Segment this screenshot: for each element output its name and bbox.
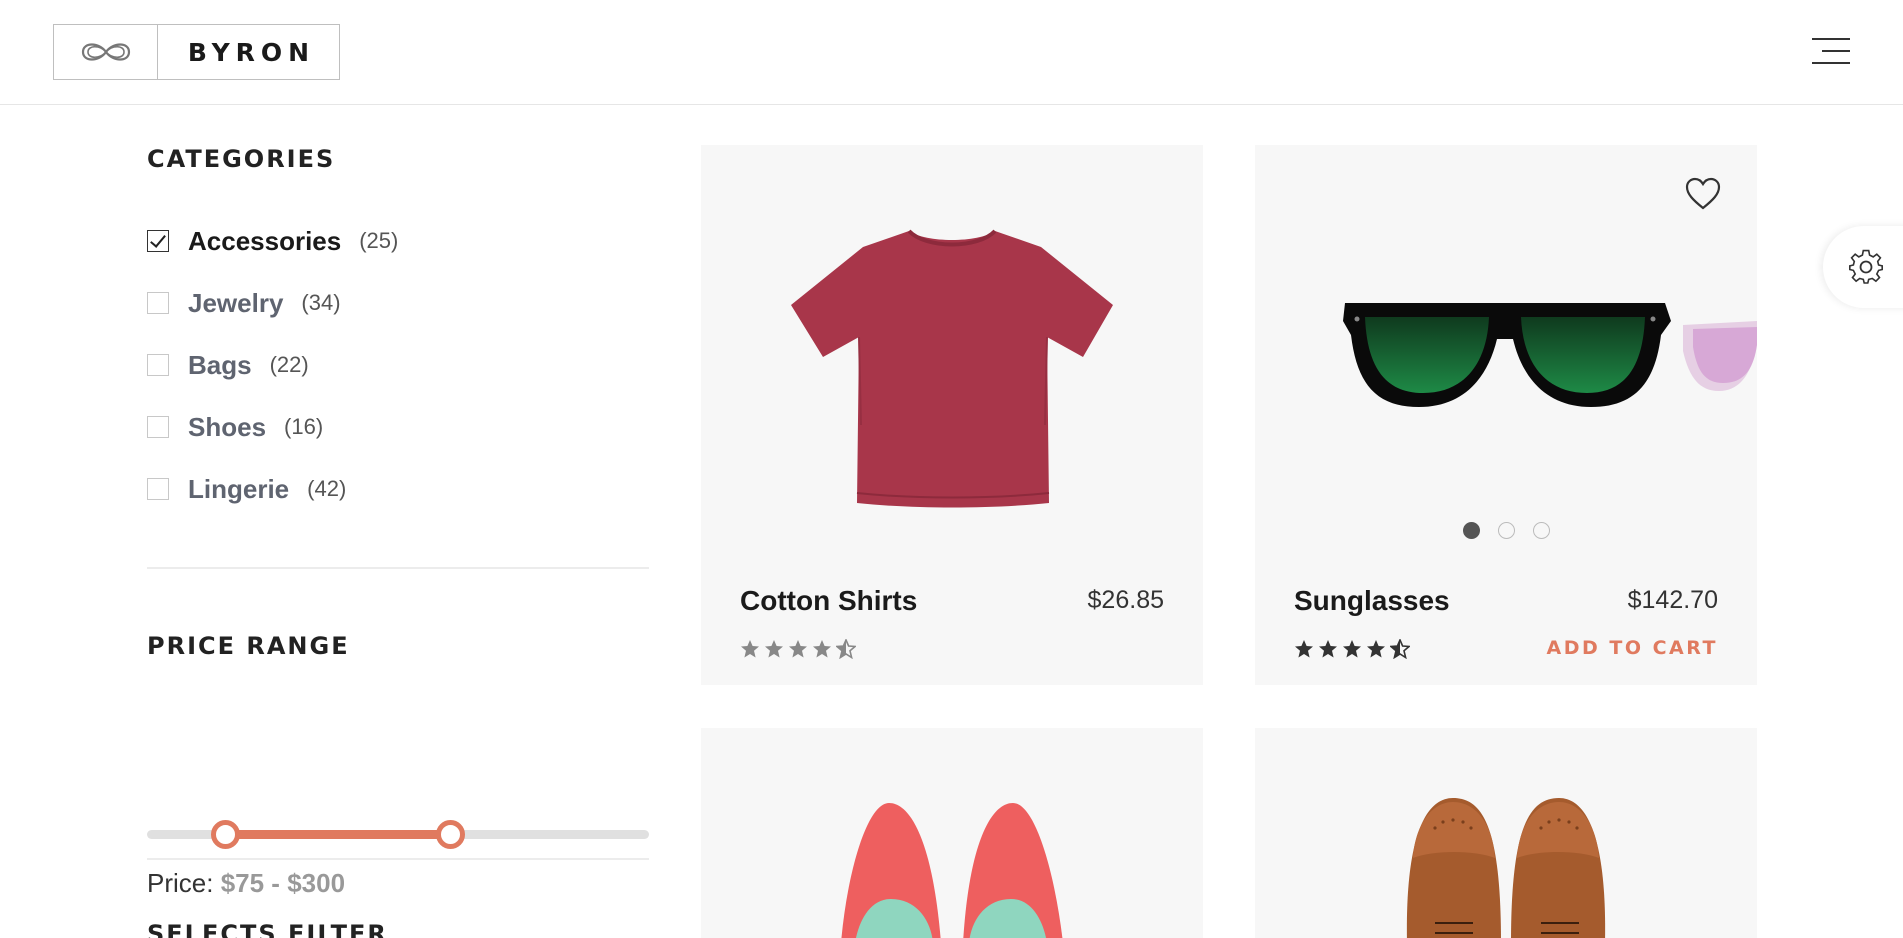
red-pumps-image <box>841 803 1063 938</box>
category-list: Accessories (25) Jewelry (34) Bags (22) … <box>147 210 649 520</box>
category-count: (16) <box>284 414 324 439</box>
category-label: Accessories <box>188 225 342 256</box>
product-name[interactable]: Sunglasses <box>1294 585 1450 617</box>
category-item-lingerie[interactable]: Lingerie (42) <box>147 458 649 520</box>
tshirt-image <box>791 229 1113 508</box>
category-checkbox[interactable] <box>147 416 169 438</box>
category-item-shoes[interactable]: Shoes (16) <box>147 396 649 458</box>
category-item-bags[interactable]: Bags (22) <box>147 334 649 396</box>
category-label: Shoes <box>188 411 267 442</box>
category-checkbox[interactable] <box>147 292 169 314</box>
brand-name: BYRON <box>187 37 316 67</box>
category-checkbox[interactable] <box>147 354 169 376</box>
carousel-dot[interactable] <box>1497 522 1515 539</box>
category-item-jewelry[interactable]: Jewelry (34) <box>147 272 649 334</box>
star-icon <box>741 640 759 658</box>
product-card[interactable]: Sunglasses $142.70 ADD TO CART <box>1255 145 1757 685</box>
star-icon <box>1343 640 1361 658</box>
price-range-slider[interactable] <box>147 820 649 850</box>
category-label: Lingerie <box>188 473 290 504</box>
category-count: (22) <box>269 352 309 377</box>
category-count: (25) <box>359 228 399 253</box>
slider-max-handle[interactable] <box>436 820 465 849</box>
category-item-accessories[interactable]: Accessories (25) <box>147 210 649 272</box>
slider-min-handle[interactable] <box>211 820 240 849</box>
category-checkbox[interactable] <box>147 230 169 252</box>
star-icon <box>1319 640 1337 658</box>
infinity-icon <box>54 25 158 79</box>
categories-title: CATEGORIES <box>147 145 336 173</box>
star-icon <box>789 640 807 658</box>
hamburger-menu-icon[interactable] <box>1808 36 1850 66</box>
star-half-icon <box>1390 639 1410 659</box>
star-icon <box>1295 640 1313 658</box>
product-card[interactable] <box>1255 728 1757 938</box>
add-to-cart-button[interactable]: ADD TO CART <box>1547 637 1718 659</box>
carousel-dot[interactable] <box>1462 522 1480 539</box>
star-half-icon <box>836 639 856 659</box>
product-name[interactable]: Cotton Shirts <box>740 585 917 617</box>
price-label: Price: <box>147 868 214 898</box>
category-count: (34) <box>301 290 341 315</box>
star-icon <box>765 640 783 658</box>
sunglasses-image <box>1343 303 1757 407</box>
sidebar-divider <box>147 567 649 569</box>
heart-icon[interactable] <box>1685 177 1721 211</box>
brand-logo[interactable]: BYRON <box>53 24 340 80</box>
sidebar-divider <box>147 858 649 860</box>
product-card[interactable]: Cotton Shirts $26.85 <box>701 145 1203 685</box>
selects-filter-title: SELECTS FILTER <box>147 920 388 938</box>
product-price: $26.85 <box>1087 586 1164 614</box>
rating-stars <box>740 639 856 659</box>
category-count: (42) <box>307 476 347 501</box>
star-icon <box>1367 640 1385 658</box>
site-header: BYRON <box>0 0 1903 105</box>
settings-tab[interactable] <box>1823 226 1903 308</box>
category-checkbox[interactable] <box>147 478 169 500</box>
category-label: Bags <box>188 349 252 380</box>
category-label: Jewelry <box>188 287 284 318</box>
star-icon <box>813 640 831 658</box>
rating-stars <box>1294 639 1410 659</box>
price-value: $75 - $300 <box>220 868 346 898</box>
price-readout: Price: $75 - $300 <box>147 868 345 899</box>
carousel-dots <box>1255 522 1757 539</box>
gear-icon <box>1848 249 1884 284</box>
slider-selected-range <box>225 830 450 839</box>
price-range-title: PRICE RANGE <box>147 632 350 660</box>
brown-brogues-image <box>1406 798 1606 938</box>
product-price: $142.70 <box>1627 586 1718 614</box>
carousel-dot[interactable] <box>1532 522 1550 539</box>
product-card[interactable] <box>701 728 1203 938</box>
